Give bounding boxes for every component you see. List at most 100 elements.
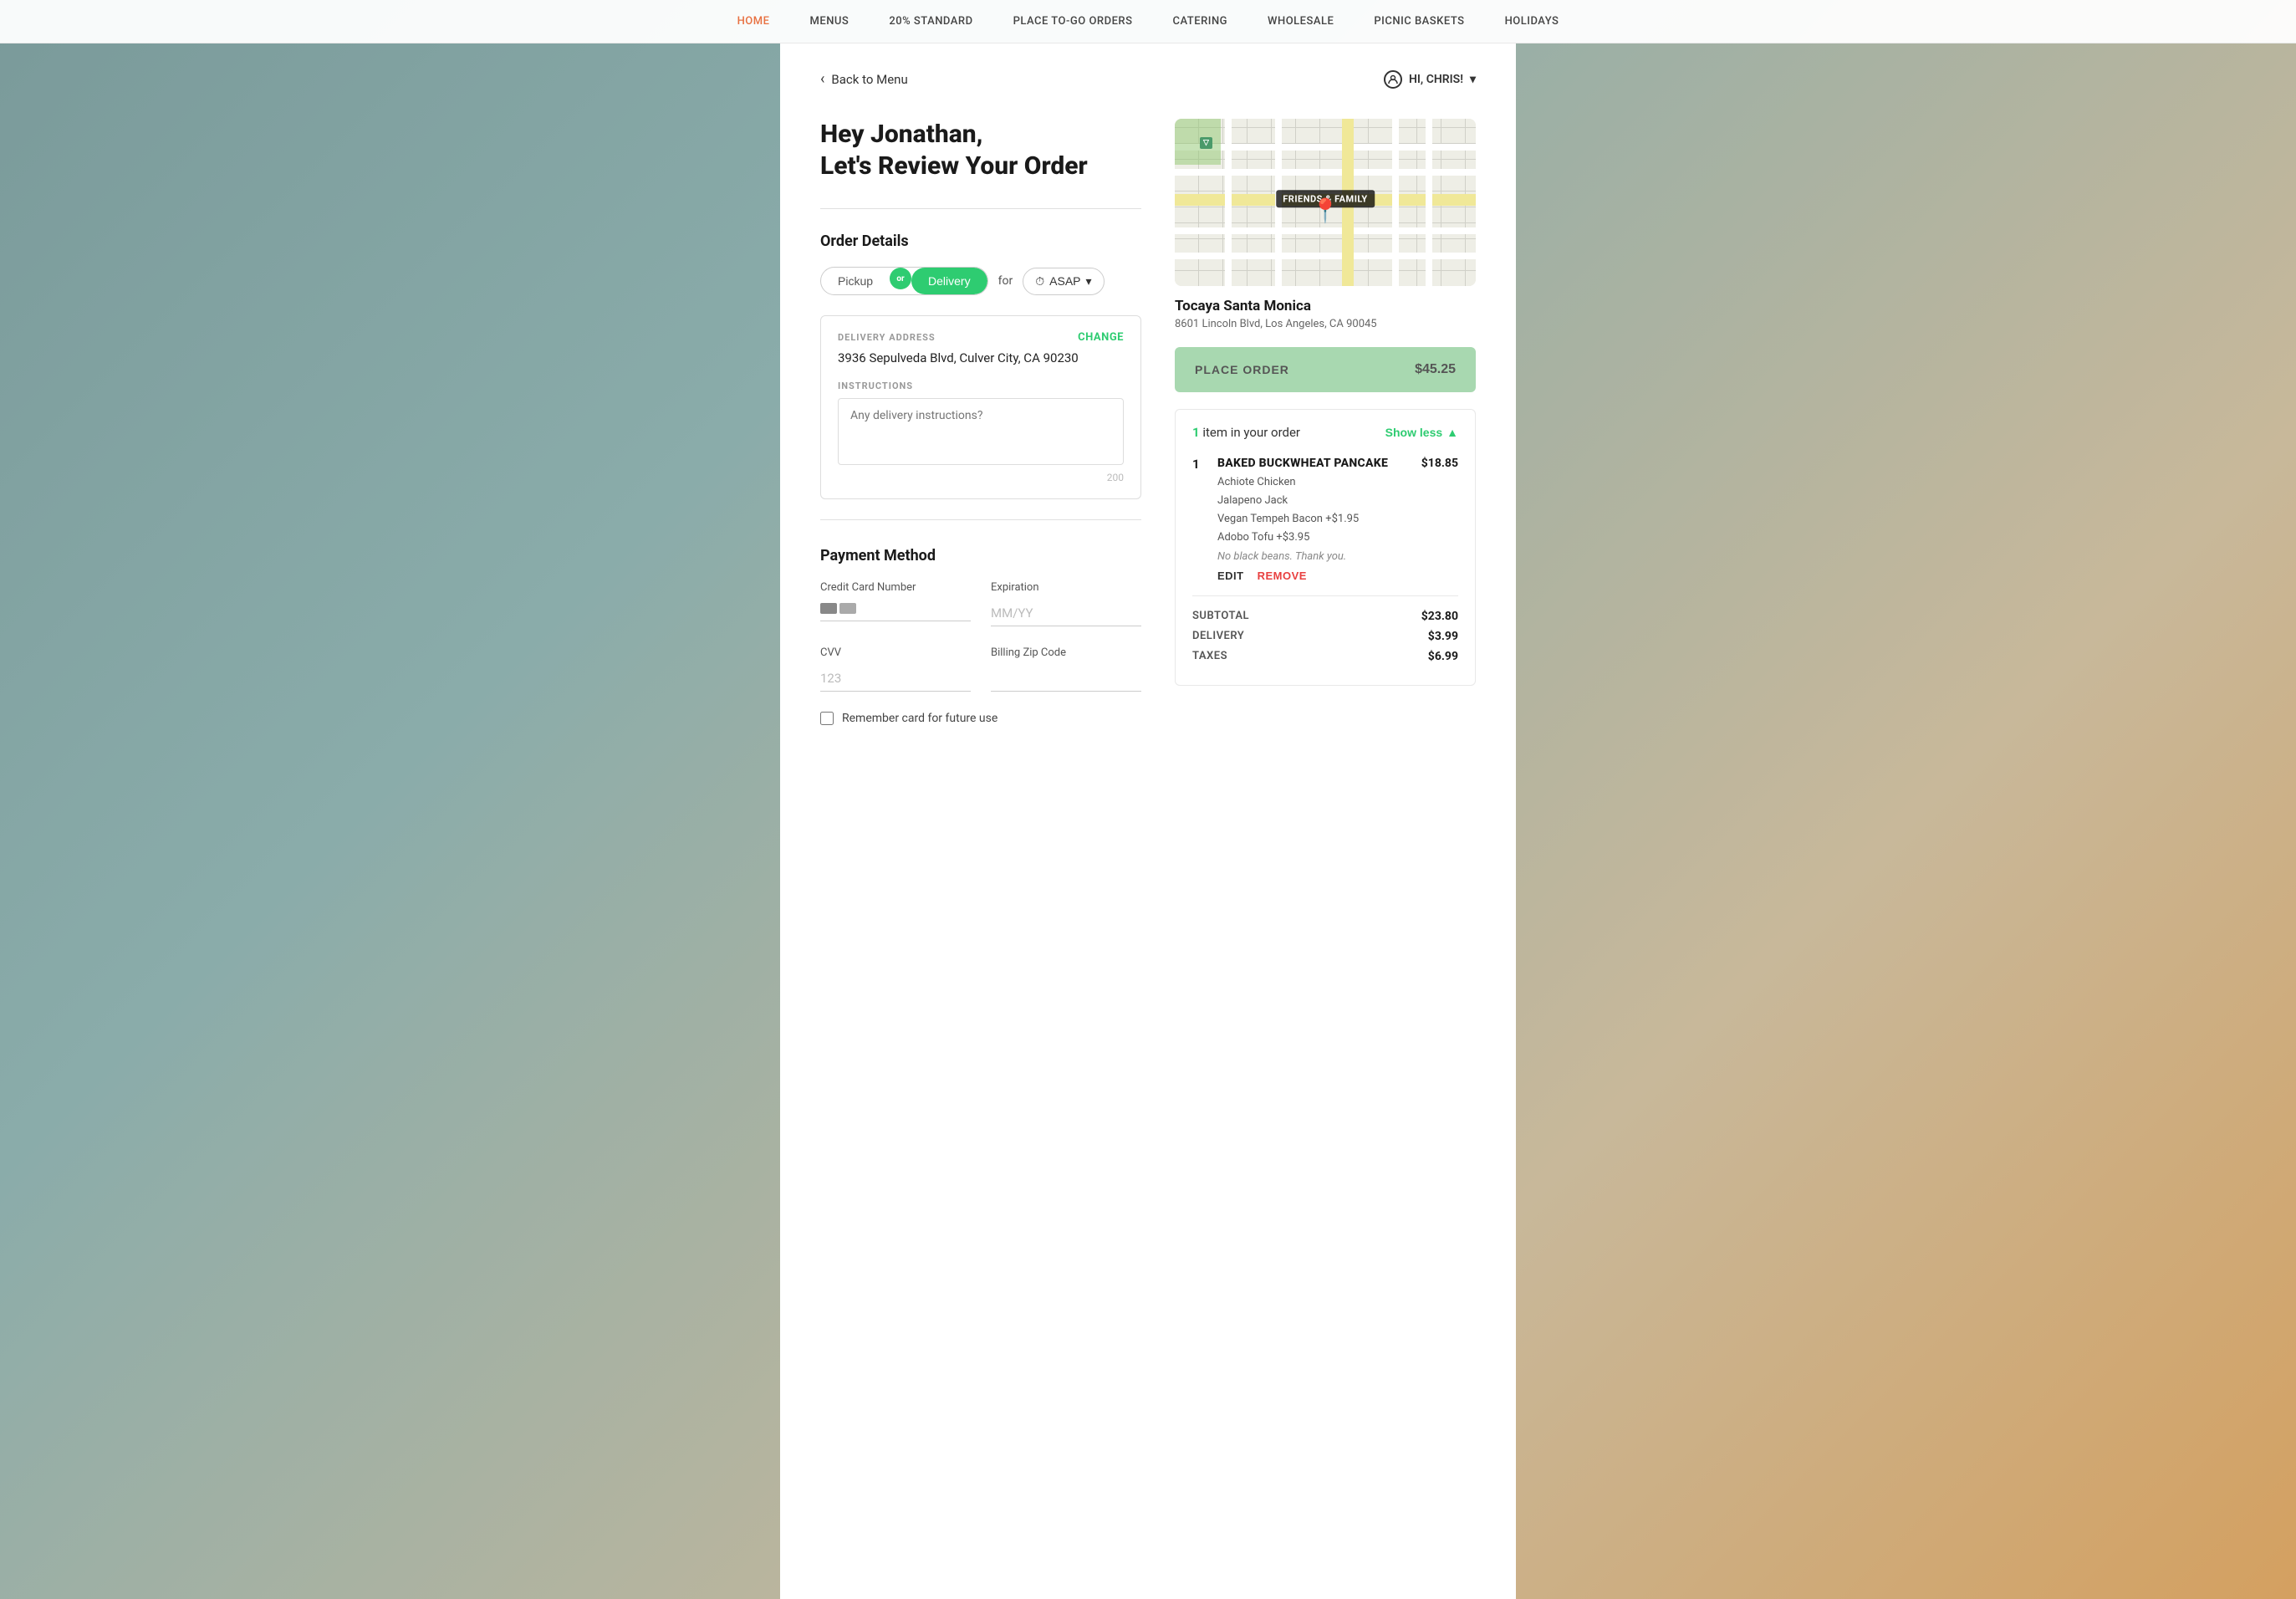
expiry-field: Expiration (991, 581, 1141, 626)
subtotal-value: $23.80 (1421, 610, 1458, 623)
item-modifier-0: Achiote Chicken (1217, 473, 1458, 492)
order-summary: 1 item in your order Show less ▲ 1 BAKED (1175, 409, 1476, 686)
cc-field: Credit Card Number (820, 581, 971, 626)
delivery-address-label: DELIVERY ADDRESS (838, 332, 936, 343)
zip-field: Billing Zip Code (991, 646, 1141, 692)
back-label: Back to Menu (831, 72, 907, 87)
cc-expiry-row: Credit Card Number Expiration (820, 581, 1141, 626)
address-label-row: DELIVERY ADDRESS CHANGE (838, 331, 1124, 344)
nav-holidays[interactable]: HOLIDAYS (1505, 15, 1559, 28)
back-chevron-icon: ‹ (820, 72, 824, 87)
cc-label: Credit Card Number (820, 581, 971, 594)
map-green-area (1175, 119, 1221, 165)
item-modifier-3: Adobo Tofu +$3.95 (1217, 529, 1458, 547)
delivery-button[interactable]: Delivery (911, 268, 987, 294)
place-order-price: $45.25 (1415, 362, 1456, 377)
cvv-label: CVV (820, 646, 971, 659)
taxes-value: $6.99 (1428, 650, 1458, 663)
item-modifier-2: Vegan Tempeh Bacon +$1.95 (1217, 510, 1458, 529)
greeting-text: HI, CHRIS! (1409, 73, 1463, 86)
change-address-link[interactable]: CHANGE (1078, 331, 1124, 344)
top-bar: ‹ Back to Menu HI, CHRIS! ▾ (820, 70, 1476, 89)
zip-label: Billing Zip Code (991, 646, 1141, 659)
navigation: HOME MENUS 20% STANDARD PLACE TO-GO ORDE… (0, 0, 2296, 43)
asap-label: ASAP (1049, 274, 1080, 288)
nav-home[interactable]: HOME (737, 15, 770, 28)
cvv-input[interactable] (820, 666, 971, 692)
summary-divider (1192, 595, 1458, 596)
restaurant-address: 8601 Lincoln Blvd, Los Angeles, CA 90045 (1175, 318, 1476, 330)
zip-input[interactable] (991, 666, 1141, 692)
asap-button[interactable]: ⏱ ASAP ▾ (1023, 268, 1104, 295)
show-less-label: Show less (1385, 426, 1442, 439)
remember-label[interactable]: Remember card for future use (842, 712, 997, 725)
taxes-row: TAXES $6.99 (1192, 650, 1458, 663)
taxes-label: TAXES (1192, 650, 1227, 663)
remove-item-button[interactable]: REMOVE (1258, 570, 1307, 582)
main-card: ‹ Back to Menu HI, CHRIS! ▾ Hey Jonathan… (780, 43, 1516, 1599)
order-type-row: Pickup or Delivery for ⏱ ASAP ▾ (820, 267, 1141, 295)
instructions-textarea[interactable] (838, 398, 1124, 465)
item-count: 1 item in your order (1192, 425, 1300, 440)
map-road (1392, 119, 1399, 286)
right-column: ▽ FRIENDS & FAMILY 📍 Tocaya Santa Monica… (1175, 119, 1476, 725)
content-layout: Hey Jonathan, Let's Review Your Order Or… (820, 119, 1476, 725)
expiry-label: Expiration (991, 581, 1141, 594)
summary-header: 1 item in your order Show less ▲ (1192, 425, 1458, 440)
subtotal-row: SUBTOTAL $23.80 (1192, 610, 1458, 623)
place-order-label: PLACE ORDER (1195, 363, 1289, 376)
payment-title: Payment Method (820, 547, 1141, 565)
nav-place-to-go[interactable]: PLACE TO-GO ORDERS (1013, 15, 1133, 28)
nav-picnic[interactable]: PICNIC BASKETS (1374, 15, 1464, 28)
map-container: ▽ FRIENDS & FAMILY 📍 (1175, 119, 1476, 286)
nav-catering[interactable]: CATERING (1173, 15, 1228, 28)
clock-icon: ⏱ (1035, 274, 1044, 289)
place-order-button[interactable]: PLACE ORDER $45.25 (1175, 347, 1476, 392)
order-item: 1 BAKED BUCKWHEAT PANCAKE $18.85 Achiote… (1192, 457, 1458, 582)
cvv-field: CVV (820, 646, 971, 692)
for-text: for (998, 274, 1013, 288)
card-icon (820, 603, 856, 614)
left-column: Hey Jonathan, Let's Review Your Order Or… (820, 119, 1141, 725)
item-actions: EDIT REMOVE (1217, 570, 1458, 582)
item-modifier-1: Jalapeno Jack (1217, 492, 1458, 510)
map-pin-icon: 📍 (1311, 197, 1340, 225)
address-box: DELIVERY ADDRESS CHANGE 3936 Sepulveda B… (820, 315, 1141, 499)
instructions-label: INSTRUCTIONS (838, 381, 1124, 391)
delivery-fee-label: DELIVERY (1192, 630, 1244, 643)
nav-menus[interactable]: MENUS (809, 15, 849, 28)
item-count-suffix: in your order (1231, 425, 1300, 440)
subtotal-label: SUBTOTAL (1192, 610, 1249, 623)
edit-item-button[interactable]: EDIT (1217, 570, 1244, 582)
nav-wholesale[interactable]: WHOLESALE (1268, 15, 1334, 28)
remember-checkbox[interactable] (820, 712, 834, 725)
user-greeting[interactable]: HI, CHRIS! ▾ (1384, 70, 1476, 89)
highway-marker: ▽ (1200, 137, 1212, 149)
restaurant-name: Tocaya Santa Monica (1175, 298, 1476, 314)
payment-section: Payment Method Credit Card Number (820, 547, 1141, 725)
greeting-chevron-icon: ▾ (1470, 73, 1476, 86)
user-icon (1384, 70, 1402, 89)
map-road (1426, 119, 1432, 286)
item-note: No black beans. Thank you. (1217, 550, 1458, 563)
or-badge: or (890, 268, 911, 289)
expiry-input[interactable] (991, 600, 1141, 626)
back-to-menu-link[interactable]: ‹ Back to Menu (820, 72, 908, 87)
pickup-delivery-toggle[interactable]: Pickup or Delivery (820, 267, 988, 295)
pickup-button[interactable]: Pickup (821, 268, 890, 294)
nav-standard[interactable]: 20% STANDARD (889, 15, 972, 28)
cc-input[interactable] (861, 600, 971, 616)
char-count: 200 (838, 472, 1124, 483)
show-less-button[interactable]: Show less ▲ (1385, 426, 1458, 439)
remember-card-row: Remember card for future use (820, 712, 1141, 725)
delivery-row: DELIVERY $3.99 (1192, 630, 1458, 643)
asap-chevron-icon: ▾ (1086, 274, 1092, 289)
page-title: Hey Jonathan, Let's Review Your Order (820, 119, 1141, 181)
item-price: $18.85 (1421, 457, 1458, 470)
item-details: BAKED BUCKWHEAT PANCAKE $18.85 Achiote C… (1217, 457, 1458, 582)
map-background: ▽ FRIENDS & FAMILY 📍 (1175, 119, 1476, 286)
item-name-price-row: BAKED BUCKWHEAT PANCAKE $18.85 (1217, 457, 1458, 470)
address-divider (820, 519, 1141, 520)
item-word: item (1202, 425, 1227, 440)
item-name: BAKED BUCKWHEAT PANCAKE (1217, 457, 1388, 470)
